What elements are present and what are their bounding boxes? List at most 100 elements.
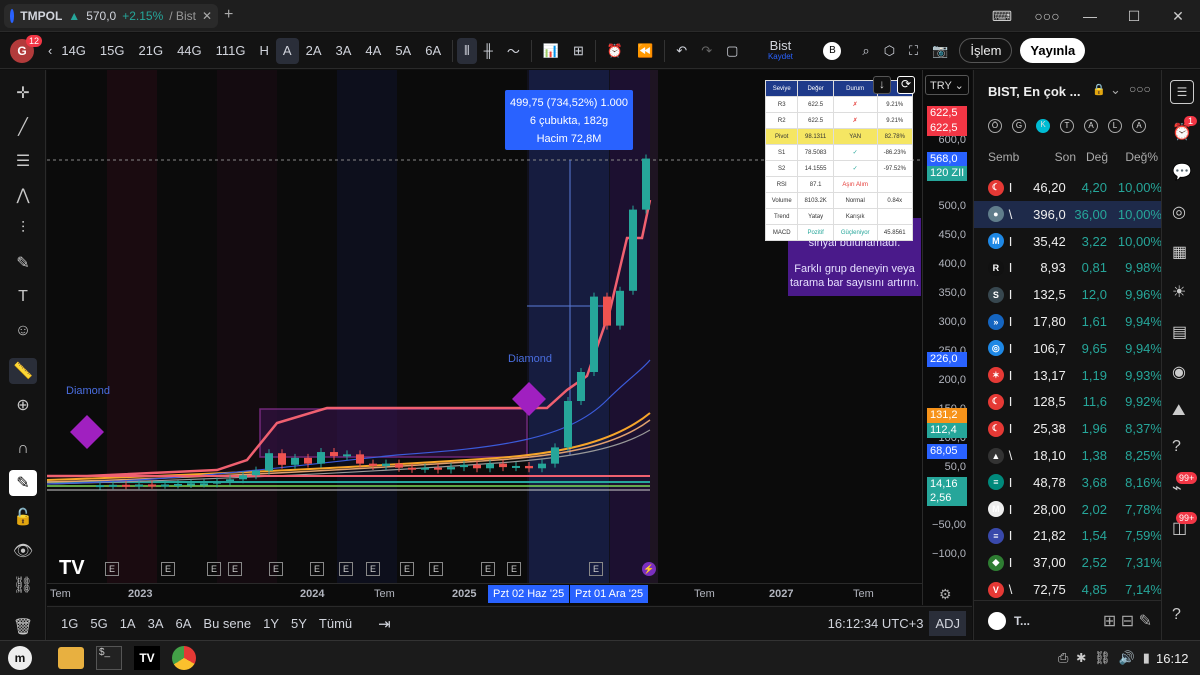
- watchlist-row[interactable]: ≡ I 48,78 3,68 8,16%: [974, 469, 1162, 496]
- chrome-icon[interactable]: [172, 646, 196, 670]
- tradingview-app-icon[interactable]: TV: [134, 646, 160, 670]
- watchlist-row[interactable]: ≡ I 21,82 1,54 7,59%: [974, 522, 1162, 549]
- indicators-icon[interactable]: 📊: [536, 33, 566, 69]
- footer-symbol[interactable]: T...: [1014, 614, 1030, 628]
- horizontal-lines-icon[interactable]: ☰: [9, 148, 37, 174]
- earnings-e-icon[interactable]: E: [207, 562, 221, 576]
- layout-grid-icon[interactable]: ⊞ ⊟ ✎: [1103, 611, 1152, 631]
- publish-button[interactable]: Yayınla: [1020, 38, 1086, 63]
- alert-icon[interactable]: ⏰: [600, 33, 630, 69]
- line-chart-icon[interactable]: 〜: [500, 33, 527, 69]
- tray-icons[interactable]: ⎙✱⛓🔊▮: [1058, 650, 1158, 666]
- range-5G[interactable]: 5G: [84, 616, 113, 631]
- filter-chip[interactable]: Ö: [988, 119, 1002, 133]
- refresh-icon[interactable]: ⟳: [897, 76, 915, 94]
- minimize-icon[interactable]: —: [1068, 0, 1112, 32]
- crosshair-icon[interactable]: ✛: [9, 80, 37, 106]
- fullscreen-icon[interactable]: ⛶: [902, 33, 925, 69]
- chat-icon[interactable]: 💬: [1172, 162, 1192, 182]
- camera-icon[interactable]: 📷: [925, 33, 955, 69]
- range-1G[interactable]: 1G: [55, 616, 84, 631]
- watchlist-icon[interactable]: ☰: [1170, 80, 1194, 104]
- axis-settings-icon[interactable]: ⚙: [939, 586, 952, 603]
- calendar-icon[interactable]: ▦: [1172, 242, 1187, 262]
- close-tab-icon[interactable]: ✕: [202, 9, 212, 23]
- earnings-e-icon[interactable]: E: [269, 562, 283, 576]
- fib-icon[interactable]: ⫶: [9, 216, 37, 242]
- interval-44G[interactable]: 44G: [170, 33, 209, 69]
- chevron-left-icon[interactable]: ‹: [46, 33, 54, 69]
- emoji-icon[interactable]: ☺: [9, 318, 37, 344]
- interval-14G[interactable]: 14G: [54, 33, 93, 69]
- flash-icon[interactable]: ⚡: [642, 562, 656, 576]
- os-menu-icon[interactable]: m: [8, 646, 32, 670]
- earnings-e-icon[interactable]: E: [429, 562, 443, 576]
- price-axis[interactable]: TRY ⌄ 600,0 500,0 450,0 400,0 350,0 300,0 250,…: [922, 70, 972, 605]
- watchlist-row[interactable]: M I 28,00 2,02 7,78%: [974, 496, 1162, 523]
- undo-icon[interactable]: ↶: [669, 33, 694, 69]
- chart-area[interactable]: TV Diamond Diamond 499,75 (734,52%) 1.00…: [47, 70, 922, 605]
- search-icon[interactable]: ⌕: [855, 33, 876, 69]
- magnet-icon[interactable]: ∩: [9, 436, 37, 462]
- help-icon[interactable]: ?: [1172, 438, 1181, 456]
- range-all[interactable]: Tümü: [313, 616, 358, 631]
- earnings-e-icon[interactable]: E: [400, 562, 414, 576]
- watchlist-row[interactable]: M I 35,42 3,22 10,00%: [974, 228, 1162, 255]
- watchlist-row[interactable]: » I 17,80 1,61 9,94%: [974, 308, 1162, 335]
- range-3A[interactable]: 3A: [142, 616, 170, 631]
- trade-button[interactable]: İşlem: [959, 38, 1013, 63]
- interval-6A[interactable]: 6A: [418, 33, 448, 69]
- clock[interactable]: 16:12:34 UTC+3: [822, 616, 930, 631]
- earnings-e-icon[interactable]: E: [161, 562, 175, 576]
- avatar[interactable]: G 12: [0, 33, 46, 69]
- candles-chart-icon[interactable]: ⫴: [457, 37, 477, 64]
- column-header[interactable]: Değ%: [1108, 150, 1158, 164]
- earnings-e-icon[interactable]: E: [481, 562, 495, 576]
- stream-icon[interactable]: ◉: [1172, 362, 1186, 382]
- more-icon[interactable]: ○○○: [1129, 82, 1151, 96]
- watchlist-row[interactable]: V \ 72,75 4,85 7,14%: [974, 576, 1162, 603]
- range-1A[interactable]: 1A: [114, 616, 142, 631]
- filter-chip[interactable]: K: [1036, 119, 1050, 133]
- earnings-e-icon[interactable]: E: [310, 562, 324, 576]
- watchlist-row[interactable]: ▲ \ 18,10 1,38 8,25%: [974, 442, 1162, 469]
- terminal-icon[interactable]: $_: [96, 646, 122, 670]
- new-tab-icon[interactable]: +: [224, 6, 233, 24]
- close-window-icon[interactable]: ✕: [1156, 0, 1200, 32]
- earnings-e-icon[interactable]: E: [228, 562, 242, 576]
- earnings-e-icon[interactable]: E: [366, 562, 380, 576]
- redo-icon[interactable]: ↷: [694, 33, 719, 69]
- ruler-icon[interactable]: 📏: [9, 358, 37, 384]
- watchlist-row[interactable]: ◆ I 37,00 2,52 7,31%: [974, 549, 1162, 576]
- interval-3A[interactable]: 3A: [329, 33, 359, 69]
- settings-icon[interactable]: ⬡: [877, 33, 902, 69]
- watchlist-row[interactable]: ☾ I 46,20 4,20 10,00%: [974, 174, 1162, 201]
- link-icon[interactable]: ⛓: [9, 572, 37, 598]
- interval-111G[interactable]: 111G: [209, 33, 253, 69]
- exchange-save[interactable]: Bist Kaydet: [745, 39, 815, 62]
- column-header[interactable]: Son: [1036, 150, 1076, 164]
- column-header[interactable]: Değ: [1076, 150, 1108, 164]
- filter-chip[interactable]: L: [1108, 119, 1122, 133]
- layout-grid-icon[interactable]: ⊞: [566, 33, 591, 69]
- filter-chip[interactable]: A: [1084, 119, 1098, 133]
- interval-2A[interactable]: 2A: [299, 33, 329, 69]
- taskbar-clock[interactable]: 16:12: [1156, 651, 1189, 666]
- download-arrow-icon[interactable]: ↓: [873, 76, 891, 94]
- browser-tab[interactable]: TMPOL ▲ 570,0 +2.15% / Bist ✕: [4, 4, 218, 28]
- chevron-down-icon[interactable]: ⌄: [1110, 82, 1121, 98]
- interval-21G[interactable]: 21G: [132, 33, 171, 69]
- text-icon[interactable]: T: [9, 284, 37, 310]
- watchlist-row[interactable]: ● \ 396,0 36,00 10,00%: [974, 200, 1162, 228]
- interval-4A[interactable]: 4A: [358, 33, 388, 69]
- folder-icon[interactable]: [58, 647, 84, 669]
- watchlist-title[interactable]: BIST, En çok ...: [988, 84, 1080, 99]
- watchlist-row[interactable]: ☾ I 128,5 11,6 9,92%: [974, 388, 1162, 415]
- maximize-icon[interactable]: ☐: [1112, 0, 1156, 32]
- earnings-e-icon[interactable]: E: [507, 562, 521, 576]
- range-5Y[interactable]: 5Y: [285, 616, 313, 631]
- filter-chip[interactable]: T: [1060, 119, 1074, 133]
- badge-letter[interactable]: B: [823, 41, 842, 60]
- keep-drawing-icon[interactable]: ✎: [9, 470, 37, 496]
- filter-chip[interactable]: G: [1012, 119, 1026, 133]
